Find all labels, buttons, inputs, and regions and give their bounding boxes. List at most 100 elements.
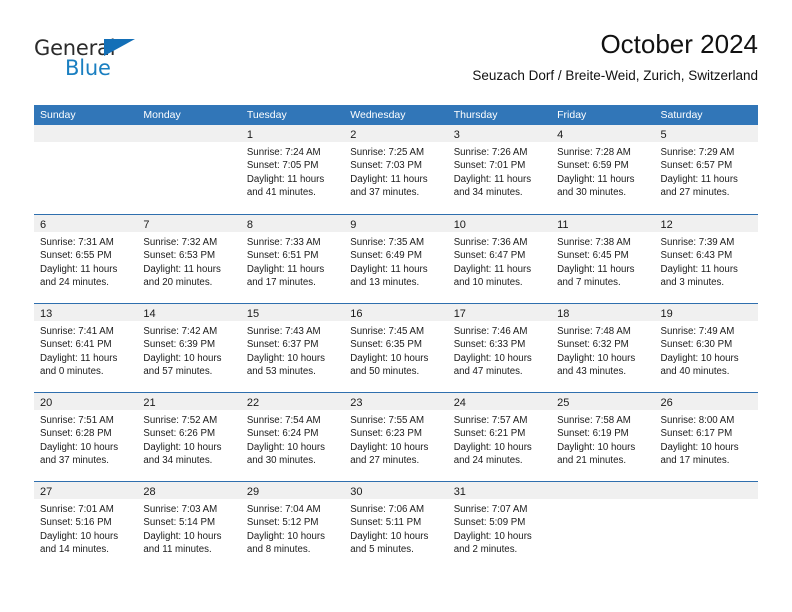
day-detail-line: Sunset: 5:09 PM [453, 517, 526, 529]
calendar-weeks: 1 Sunrise: 7:24 AM Sunset: 7:05 PM Daylight… [34, 125, 758, 570]
calendar-day-cell[interactable]: 19 Sunrise: 7:49 AM Sunset: 6:30 PM Dayligh… [654, 304, 758, 392]
day-detail-line: Sunrise: 7:32 AM [143, 237, 218, 248]
calendar-day-cell[interactable]: 30 Sunrise: 7:06 AM Sunset: 5:11 PM Dayligh… [344, 482, 448, 570]
day-details: Sunrise: 7:29 AM Sunset: 6:57 PM Daylight:… [655, 142, 758, 199]
calendar-day-cell[interactable]: 6 Sunrise: 7:31 AM Sunset: 6:55 PM Daylight… [34, 215, 138, 303]
day-details: Sunrise: 7:49 AM Sunset: 6:30 PM Daylight:… [655, 321, 758, 378]
calendar-day-cell[interactable]: 27 Sunrise: 7:01 AM Sunset: 5:16 PM Dayligh… [34, 482, 138, 570]
calendar-day-cell[interactable]: 23 Sunrise: 7:55 AM Sunset: 6:23 PM Dayligh… [344, 393, 448, 481]
day-number-band: 15 [240, 304, 345, 321]
day-details: Sunrise: 7:07 AM Sunset: 5:09 PM Daylight:… [448, 499, 551, 556]
day-detail-line: Sunrise: 7:24 AM [246, 147, 321, 158]
day-number: 4 [557, 129, 564, 141]
calendar-day-cell[interactable]: 29 Sunrise: 7:04 AM Sunset: 5:12 PM Dayligh… [240, 482, 345, 570]
day-detail-line: Sunrise: 7:54 AM [246, 415, 321, 426]
day-detail-line: Daylight: 11 hours [453, 263, 532, 275]
day-detail-line: Daylight: 11 hours [143, 263, 221, 275]
day-details: Sunrise: 7:51 AM Sunset: 6:28 PM Daylight:… [34, 410, 137, 467]
day-details: Sunrise: 7:52 AM Sunset: 6:26 PM Daylight:… [137, 410, 240, 467]
calendar-day-cell-empty [137, 125, 241, 214]
calendar-day-cell[interactable]: 31 Sunrise: 7:07 AM Sunset: 5:09 PM Dayligh… [447, 482, 552, 570]
calendar-day-cell[interactable]: 25 Sunrise: 7:58 AM Sunset: 6:19 PM Dayligh… [551, 393, 655, 481]
calendar-day-cell[interactable]: 24 Sunrise: 7:57 AM Sunset: 6:21 PM Dayligh… [447, 393, 552, 481]
day-details: Sunrise: 7:54 AM Sunset: 6:24 PM Daylight:… [241, 410, 344, 467]
day-detail-line: Sunrise: 7:41 AM [40, 326, 114, 337]
calendar-week-row: 27 Sunrise: 7:01 AM Sunset: 5:16 PM Dayligh… [34, 481, 758, 570]
day-detail-line: and 37 minutes. [350, 186, 420, 198]
calendar-day-cell[interactable]: 8 Sunrise: 7:33 AM Sunset: 6:51 PM Daylight… [240, 215, 345, 303]
calendar-week-row: 1 Sunrise: 7:24 AM Sunset: 7:05 PM Daylight… [34, 125, 758, 214]
calendar-day-cell[interactable]: 13 Sunrise: 7:41 AM Sunset: 6:41 PM Dayligh… [34, 304, 138, 392]
calendar-day-cell[interactable]: 28 Sunrise: 7:03 AM Sunset: 5:14 PM Dayligh… [137, 482, 241, 570]
calendar-day-cell[interactable]: 17 Sunrise: 7:46 AM Sunset: 6:33 PM Dayligh… [447, 304, 552, 392]
day-detail-line: Daylight: 10 hours [143, 352, 222, 364]
day-detail-line: Sunset: 6:45 PM [557, 250, 629, 262]
calendar-day-cell[interactable]: 26 Sunrise: 8:00 AM Sunset: 6:17 PM Dayligh… [654, 393, 758, 481]
day-details: Sunrise: 7:01 AM Sunset: 5:16 PM Daylight:… [34, 499, 137, 556]
day-detail-line: Daylight: 11 hours [660, 173, 738, 185]
day-number-band: 13 [34, 304, 138, 321]
day-detail-line: and 5 minutes. [350, 543, 414, 555]
calendar-day-cell[interactable]: 7 Sunrise: 7:32 AM Sunset: 6:53 PM Daylight… [137, 215, 241, 303]
day-details: Sunrise: 7:42 AM Sunset: 6:39 PM Daylight:… [137, 321, 240, 378]
day-detail-line: Sunrise: 7:52 AM [143, 415, 218, 426]
weekday-header-tuesday: Tuesday [246, 109, 287, 121]
day-number: 15 [246, 308, 260, 320]
calendar-day-cell[interactable]: 22 Sunrise: 7:54 AM Sunset: 6:24 PM Dayligh… [240, 393, 345, 481]
calendar-day-cell[interactable]: 9 Sunrise: 7:35 AM Sunset: 6:49 PM Daylight… [344, 215, 448, 303]
calendar-day-cell[interactable]: 18 Sunrise: 7:48 AM Sunset: 6:32 PM Dayligh… [551, 304, 655, 392]
day-number-band: 2 [344, 125, 448, 142]
day-number: 2 [350, 129, 357, 141]
day-detail-line: Sunrise: 7:25 AM [350, 147, 425, 158]
day-detail-line: Sunrise: 7:51 AM [40, 415, 114, 426]
day-detail-line: Daylight: 10 hours [143, 530, 222, 542]
day-detail-line: Sunset: 7:01 PM [453, 160, 526, 172]
calendar-day-cell[interactable]: 5 Sunrise: 7:29 AM Sunset: 6:57 PM Daylight… [654, 125, 758, 214]
calendar-day-cell[interactable]: 2 Sunrise: 7:25 AM Sunset: 7:03 PM Daylight… [344, 125, 448, 214]
day-number-band: 12 [654, 215, 758, 232]
day-number-band: 28 [137, 482, 241, 499]
calendar-day-cell-empty [34, 125, 138, 214]
day-detail-line: and 8 minutes. [246, 543, 311, 555]
day-detail-line: and 17 minutes. [246, 276, 316, 288]
calendar-day-cell[interactable]: 21 Sunrise: 7:52 AM Sunset: 6:26 PM Dayligh… [137, 393, 241, 481]
day-detail-line: Sunrise: 7:26 AM [453, 147, 528, 158]
day-details: Sunrise: 7:45 AM Sunset: 6:35 PM Daylight:… [344, 321, 447, 378]
day-number-band [551, 482, 655, 499]
calendar-day-cell[interactable]: 4 Sunrise: 7:28 AM Sunset: 6:59 PM Daylight… [551, 125, 655, 214]
day-number-band: 20 [34, 393, 138, 410]
day-detail-line: and 57 minutes. [143, 365, 213, 377]
day-number-band: 3 [447, 125, 552, 142]
day-detail-line: Sunset: 6:41 PM [40, 339, 112, 351]
calendar-day-cell[interactable]: 20 Sunrise: 7:51 AM Sunset: 6:28 PM Dayligh… [34, 393, 138, 481]
calendar-day-cell[interactable]: 11 Sunrise: 7:38 AM Sunset: 6:45 PM Dayligh… [551, 215, 655, 303]
day-number: 3 [453, 129, 460, 141]
calendar-day-cell[interactable]: 10 Sunrise: 7:36 AM Sunset: 6:47 PM Dayligh… [447, 215, 552, 303]
day-detail-line: Sunrise: 7:43 AM [246, 326, 321, 337]
day-number: 20 [40, 397, 53, 409]
calendar-day-cell[interactable]: 15 Sunrise: 7:43 AM Sunset: 6:37 PM Dayligh… [240, 304, 345, 392]
calendar-day-cell[interactable]: 3 Sunrise: 7:26 AM Sunset: 7:01 PM Daylight… [447, 125, 552, 214]
day-number: 10 [453, 219, 466, 231]
calendar-day-cell-empty [654, 482, 758, 570]
day-details: Sunrise: 7:38 AM Sunset: 6:45 PM Daylight:… [551, 232, 654, 289]
day-detail-line: Sunrise: 7:58 AM [557, 415, 631, 426]
day-detail-line: Sunrise: 7:39 AM [660, 237, 735, 248]
calendar-day-cell[interactable]: 1 Sunrise: 7:24 AM Sunset: 7:05 PM Daylight… [240, 125, 345, 214]
calendar-day-cell[interactable]: 12 Sunrise: 7:39 AM Sunset: 6:43 PM Dayligh… [654, 215, 758, 303]
day-detail-line: Daylight: 10 hours [350, 441, 429, 453]
day-number: 25 [557, 397, 570, 409]
calendar-day-cell[interactable]: 14 Sunrise: 7:42 AM Sunset: 6:39 PM Dayligh… [137, 304, 241, 392]
day-number-band: 8 [240, 215, 345, 232]
day-number: 23 [350, 397, 363, 409]
day-details: Sunrise: 7:58 AM Sunset: 6:19 PM Daylight:… [551, 410, 654, 467]
day-detail-line: Sunrise: 7:42 AM [143, 326, 218, 337]
day-detail-line: Sunrise: 7:35 AM [350, 237, 425, 248]
page-subtitle: Seuzach Dorf / Breite-Weid, Zurich, Swit… [472, 68, 758, 83]
day-number: 31 [453, 486, 466, 498]
day-details: Sunrise: 7:03 AM Sunset: 5:14 PM Daylight:… [137, 499, 240, 556]
day-detail-line: and 11 minutes. [143, 543, 212, 555]
page-header: General Blue October 2024 Seuzach Dorf /… [34, 28, 758, 98]
day-detail-line: and 20 minutes. [143, 276, 213, 288]
calendar-day-cell[interactable]: 16 Sunrise: 7:45 AM Sunset: 6:35 PM Dayligh… [344, 304, 448, 392]
